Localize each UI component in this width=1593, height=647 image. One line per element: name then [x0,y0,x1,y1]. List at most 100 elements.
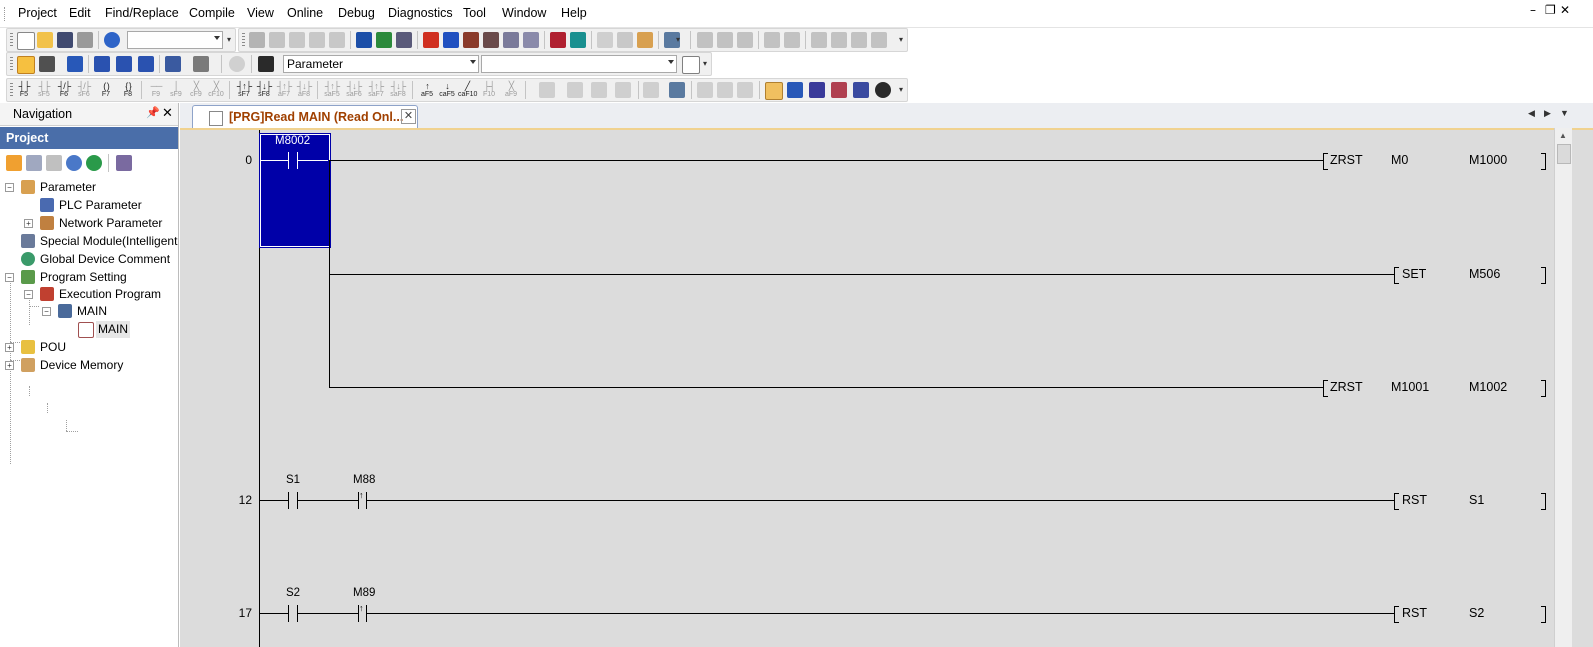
menu-project[interactable]: Project [18,6,57,20]
find-device-icon[interactable] [193,56,209,72]
ladder-tool-7-icon[interactable] [831,32,847,48]
simulation-stop-icon[interactable] [617,32,633,48]
print-icon[interactable] [77,32,93,48]
paste-data-icon[interactable] [46,155,62,171]
ladder-tool-2-icon[interactable] [717,32,733,48]
menu-window[interactable]: Window [502,6,546,20]
jump-icon[interactable] [682,56,700,74]
binoculars-icon[interactable] [258,56,274,72]
fkey-delete-line[interactable]: ╳ aF9 [502,81,520,98]
fkey-not-rising[interactable]: ┤↑├ saF5 [323,81,341,98]
insert-row-icon[interactable] [643,82,659,98]
write-to-plc-icon[interactable] [423,32,439,48]
tree-item-program-setting[interactable]: − Program Setting [0,269,178,286]
device-list-icon[interactable] [94,56,110,72]
toolbar-overflow-icon[interactable]: ▾ [899,33,906,47]
remote-operation-icon[interactable] [503,32,519,48]
device-monitor-icon[interactable] [570,32,586,48]
zoom-icon[interactable] [697,82,713,98]
tree-item-main-folder[interactable]: − MAIN [0,303,178,320]
comment-icon[interactable] [591,82,607,98]
device-comment-icon[interactable] [116,56,132,72]
collapse-icon[interactable]: − [5,273,14,282]
new-data-icon[interactable] [6,155,22,171]
fkey-rising-branch[interactable]: ┤↑├ aF7 [275,81,293,98]
monitor-write-icon[interactable] [831,82,847,98]
fkey-delete-vertical[interactable]: ╳ cF10 [207,81,225,98]
tree-item-device-memory[interactable]: + Device Memory [0,357,178,374]
read-mode-icon[interactable] [765,82,783,100]
fkey-rising-pulse[interactable]: ┤↑├ sF7 [235,81,253,98]
ladder-tool-9-icon[interactable] [871,32,887,48]
note-icon[interactable] [567,82,583,98]
collapse-icon[interactable]: − [24,290,33,299]
undo-icon[interactable] [309,32,325,48]
help-icon[interactable] [104,32,120,48]
fkey-closed-branch[interactable]: ┤/├ sF6 [75,81,93,98]
info-icon[interactable] [66,155,82,171]
close-button[interactable]: ✕ [1560,3,1570,17]
menu-edit[interactable]: Edit [69,6,91,20]
save-icon[interactable] [57,32,73,48]
pointer-icon[interactable] [615,82,631,98]
menu-debug[interactable]: Debug [338,6,375,20]
tree-item-parameter[interactable]: − Parameter [0,179,178,196]
ladder-tool-5-icon[interactable] [784,32,800,48]
monitor-icon[interactable] [483,32,499,48]
help-disabled-icon[interactable] [229,56,245,72]
tab-scroll-left-icon[interactable]: ◀ [1528,108,1535,119]
menu-compile[interactable]: Compile [189,6,235,20]
monitor-mode-icon[interactable] [809,82,825,98]
ladder-cursor[interactable] [259,133,331,248]
menu-online[interactable]: Online [287,6,323,20]
device-batch-icon[interactable] [356,32,372,48]
element-selection-icon[interactable] [39,56,55,72]
verify-plc-icon[interactable] [463,32,479,48]
fkey-open-branch[interactable]: ┤├ sF5 [35,81,53,98]
expand-icon[interactable]: + [24,219,33,228]
tree-item-plc-parameter[interactable]: PLC Parameter [0,197,178,214]
tree-item-main-program[interactable]: MAIN [0,321,178,338]
tree-item-pou[interactable]: + POU [0,339,178,356]
project-tools-dropdown-icon[interactable] [116,155,132,171]
tab-close-icon[interactable]: ✕ [401,109,416,124]
toolbar-overflow-icon[interactable]: ▾ [703,57,710,71]
redo-icon[interactable] [329,32,345,48]
device-reference-icon[interactable] [138,56,154,72]
sfc-icon[interactable] [853,82,869,98]
fkey-not-falling[interactable]: ┤↓├ saF6 [345,81,363,98]
delete-row-icon[interactable] [669,82,685,98]
secondary-combo[interactable] [481,55,677,73]
fkey-vertical-line[interactable]: │ sF9 [167,81,185,98]
output-window-icon[interactable] [67,56,83,72]
fkey-not-falling-branch[interactable]: ┤↓├ saF8 [389,81,407,98]
device-view-icon[interactable] [165,56,181,72]
ladder-tool-6-icon[interactable] [811,32,827,48]
fkey-not-rising-branch[interactable]: ┤↑├ saF7 [367,81,385,98]
zoom-in-icon[interactable] [717,82,733,98]
toolbar-combo-blank[interactable] [127,31,223,49]
device-search-icon[interactable] [396,32,412,48]
write-mode-icon[interactable] [787,82,803,98]
tree-item-execution-program[interactable]: − Execution Program [0,286,178,303]
fkey-operation-falling[interactable]: ↓ caF5 [438,81,456,98]
menu-view[interactable]: View [247,6,274,20]
scrollbar-thumb[interactable] [1557,144,1571,164]
menu-diagnostics[interactable]: Diagnostics [388,6,453,20]
fkey-open-contact[interactable]: ┤├ F5 [15,81,33,98]
parameter-combo[interactable]: Parameter [283,55,479,73]
fkey-instruction[interactable]: { } F8 [119,81,137,98]
vertical-scrollbar[interactable]: ▲ [1554,128,1572,647]
fkey-coil[interactable]: ( ) F7 [97,81,115,98]
fkey-falling-branch[interactable]: ┤↓├ aF8 [295,81,313,98]
statement-icon[interactable] [539,82,555,98]
tab-list-icon[interactable]: ▼ [1560,108,1569,118]
toolbar-overflow-icon[interactable]: ▾ [899,83,906,97]
read-from-plc-icon[interactable] [443,32,459,48]
zoom-out-icon[interactable] [737,82,753,98]
ladder-tool-1-icon[interactable] [697,32,713,48]
ladder-tool-8-icon[interactable] [851,32,867,48]
navigation-window-icon[interactable] [17,56,35,74]
device-replace-icon[interactable] [376,32,392,48]
toolbar-overflow-icon[interactable]: ▾ [227,33,234,47]
